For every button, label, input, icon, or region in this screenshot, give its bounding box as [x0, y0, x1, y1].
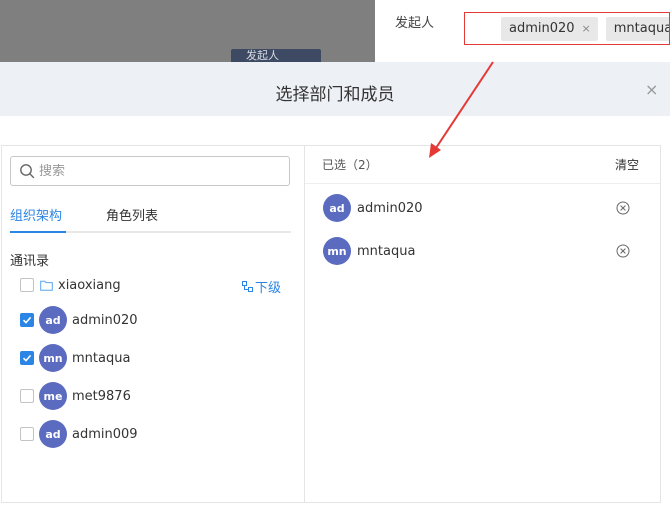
remove-circle-icon[interactable] [616, 244, 630, 258]
tag-remove-icon[interactable]: × [582, 22, 591, 35]
sub-level-button[interactable]: 下级 [241, 277, 281, 296]
checkbox[interactable] [20, 278, 34, 292]
member-name: admin009 [72, 426, 138, 442]
selected-item: mn mntaqua [323, 237, 638, 265]
tag-label: admin020 [509, 21, 575, 36]
selected-count: 已选（2） [322, 158, 378, 172]
initiator-tag-field[interactable]: admin020 × mntaqua [464, 12, 670, 45]
search-input[interactable] [39, 163, 279, 179]
initiator-button[interactable]: 发起人 [231, 49, 321, 62]
remove-circle-icon[interactable] [616, 201, 630, 215]
avatar: ad [39, 420, 67, 448]
tab-org-structure[interactable]: 组织架构 [10, 205, 62, 224]
member-row[interactable]: ad admin009 [20, 419, 290, 449]
department-name: xiaoxiang [58, 277, 121, 293]
avatar: ad [323, 194, 351, 222]
checkbox-checked[interactable] [20, 313, 34, 327]
department-row[interactable]: xiaoxiang 下级 [20, 270, 290, 300]
divider [305, 183, 660, 184]
member-name: admin020 [72, 312, 138, 328]
selected-name: mntaqua [357, 243, 416, 259]
check-icon [22, 354, 32, 362]
selected-item: ad admin020 [323, 194, 638, 222]
close-icon[interactable]: × [645, 80, 658, 99]
avatar: mn [323, 237, 351, 265]
check-icon [22, 316, 32, 324]
initiator-tag: mntaqua [605, 16, 670, 41]
clear-button[interactable]: 清空 [615, 156, 639, 173]
selected-name: admin020 [357, 200, 423, 216]
tab-role-list[interactable]: 角色列表 [106, 205, 158, 224]
hierarchy-icon [241, 281, 253, 292]
active-tab-indicator [10, 231, 66, 233]
checkbox-checked[interactable] [20, 351, 34, 365]
tag-label: mntaqua [613, 21, 670, 36]
initiator-label: 发起人 [395, 16, 435, 31]
avatar: mn [39, 344, 67, 372]
avatar: ad [39, 306, 67, 334]
search-icon [20, 164, 35, 179]
avatar: me [39, 382, 67, 410]
search-box[interactable] [10, 156, 290, 186]
contacts-title: 通讯录 [10, 254, 50, 269]
member-name: met9876 [72, 388, 131, 404]
sub-level-label: 下级 [254, 281, 281, 296]
checkbox[interactable] [20, 389, 34, 403]
checkbox[interactable] [20, 427, 34, 441]
member-row[interactable]: ad admin020 [20, 305, 290, 335]
member-name: mntaqua [72, 350, 131, 366]
member-row[interactable]: me met9876 [20, 381, 290, 411]
initiator-tag: admin020 × [501, 16, 598, 41]
dialog-title: 选择部门和成员 [275, 85, 395, 105]
folder-icon [40, 280, 53, 291]
member-row[interactable]: mn mntaqua [20, 343, 290, 373]
